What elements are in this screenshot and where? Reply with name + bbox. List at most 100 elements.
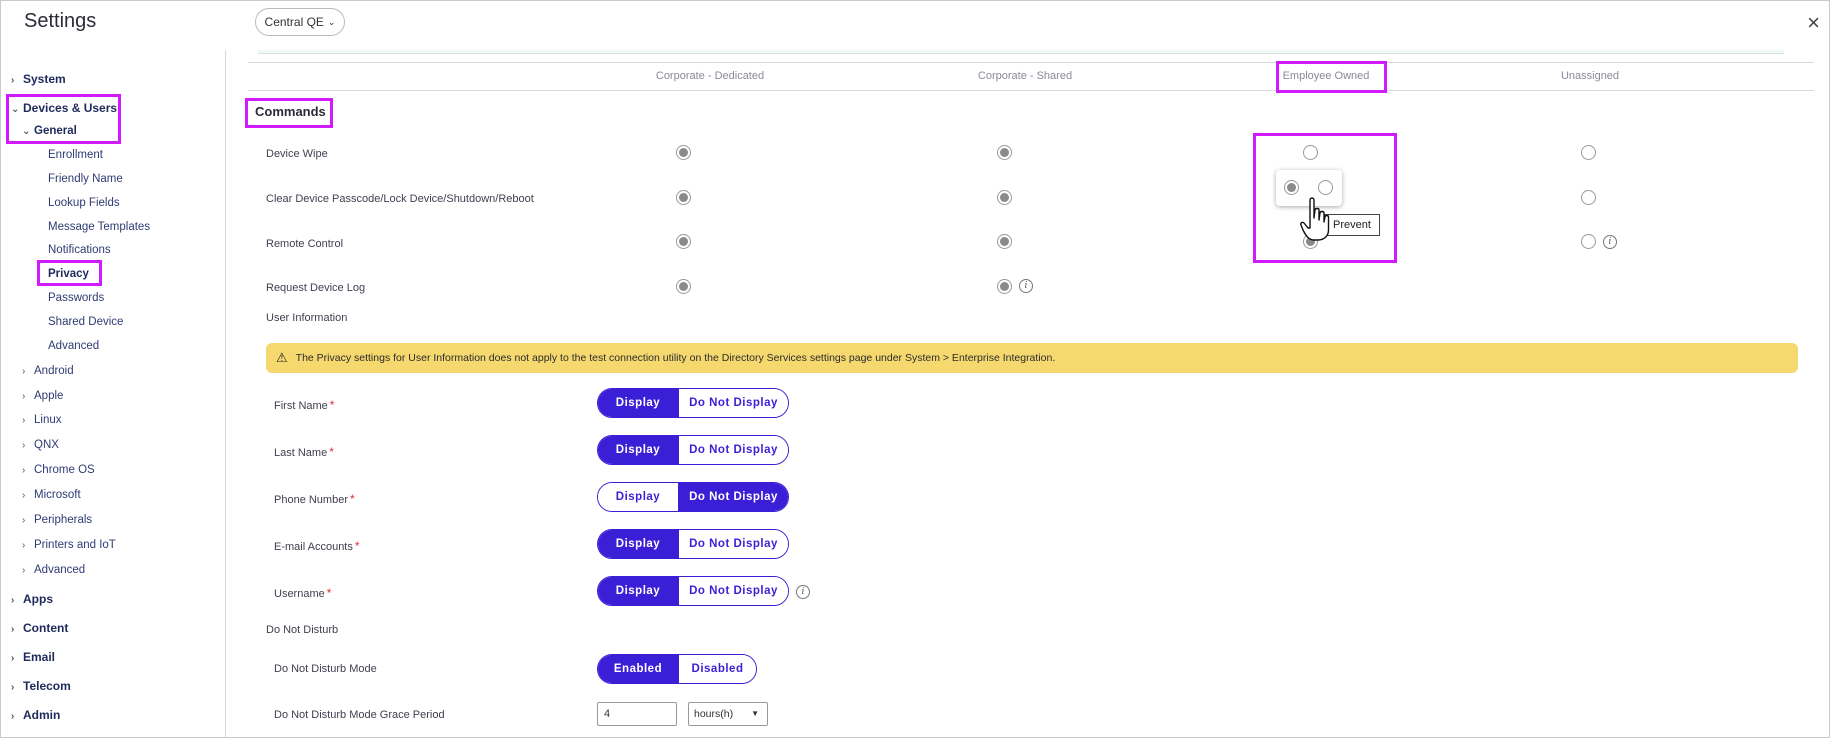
divider <box>248 90 1814 91</box>
do-not-display-option[interactable]: Do Not Display <box>678 530 788 558</box>
highlight-devices-general <box>6 94 121 144</box>
column-header-corporate-shared: Corporate - Shared <box>977 70 1073 82</box>
sidebar-item-notifications[interactable]: Notifications <box>48 244 111 256</box>
highlight-employee-owned <box>1276 61 1387 93</box>
user-info-title: User Information <box>266 312 348 324</box>
info-icon[interactable]: i <box>796 585 810 599</box>
toggle-first-name: Display Do Not Display <box>597 388 789 418</box>
sidebar-item-shared-device[interactable]: Shared Device <box>48 316 123 328</box>
tenant-label: Central QE <box>264 15 324 29</box>
display-option[interactable]: Display <box>598 389 678 417</box>
display-option[interactable]: Display <box>598 436 678 464</box>
column-header-corporate-dedicated: Corporate - Dedicated <box>655 70 765 82</box>
dnd-mode-label: Do Not Disturb Mode <box>274 663 377 675</box>
sidebar-item-general-advanced[interactable]: Advanced <box>48 340 99 352</box>
sidebar-item-printers-iot[interactable]: › Printers and IoT <box>22 539 116 551</box>
chevron-right-icon: › <box>22 391 26 402</box>
dnd-title: Do Not Disturb <box>266 624 339 636</box>
page-title: Settings <box>24 10 97 32</box>
sidebar-item-lookup-fields[interactable]: Lookup Fields <box>48 197 120 209</box>
chevron-right-icon: › <box>11 653 15 664</box>
radio-device-log-corp-shared[interactable] <box>997 279 1012 294</box>
display-option[interactable]: Display <box>598 483 678 511</box>
grace-unit-select[interactable]: hours(h) ▼ <box>688 702 768 726</box>
highlight-employee-owned-radios <box>1253 133 1397 263</box>
row-label-request-device-log: Request Device Log <box>266 282 366 294</box>
chevron-right-icon: › <box>22 366 26 377</box>
radio-clear-passcode-corp-dedicated[interactable] <box>676 190 691 205</box>
row-label-device-wipe: Device Wipe <box>266 148 328 160</box>
chevron-right-icon: › <box>11 682 15 693</box>
sidebar-item-platform-advanced[interactable]: › Advanced <box>22 564 85 576</box>
sidebar-item-admin[interactable]: › Admin <box>11 708 60 722</box>
grace-unit-value: hours(h) <box>694 708 734 720</box>
display-option[interactable]: Display <box>598 577 678 605</box>
grace-period-input[interactable]: 4 <box>597 702 677 726</box>
sidebar-item-friendly-name[interactable]: Friendly Name <box>48 173 123 185</box>
enabled-option[interactable]: Enabled <box>598 655 678 683</box>
dnd-grace-label: Do Not Disturb Mode Grace Period <box>274 709 445 721</box>
info-icon[interactable]: i <box>1019 279 1033 293</box>
chevron-right-icon: › <box>11 624 15 635</box>
chevron-right-icon: › <box>22 440 26 451</box>
sidebar-item-message-templates[interactable]: Message Templates <box>48 221 150 233</box>
row-label-clear-passcode: Clear Device Passcode/Lock Device/Shutdo… <box>266 193 534 205</box>
toggle-phone-number: Display Do Not Display <box>597 482 789 512</box>
toggle-last-name: Display Do Not Display <box>597 435 789 465</box>
info-icon[interactable]: i <box>1603 235 1617 249</box>
radio-remote-control-corp-shared[interactable] <box>997 234 1012 249</box>
radio-remote-control-corp-dedicated[interactable] <box>676 234 691 249</box>
field-label-first-name: First Name * <box>274 398 335 412</box>
chevron-down-icon: ▼ <box>751 709 759 718</box>
toggle-email-accounts: Display Do Not Display <box>597 529 789 559</box>
sidebar-item-enrollment[interactable]: Enrollment <box>48 149 103 161</box>
field-label-username: Username * <box>274 586 332 600</box>
radio-clear-passcode-unassigned[interactable] <box>1581 190 1596 205</box>
sidebar-item-chrome-os[interactable]: › Chrome OS <box>22 464 95 476</box>
radio-device-wipe-unassigned[interactable] <box>1581 145 1596 160</box>
chevron-right-icon: › <box>22 490 26 501</box>
radio-clear-passcode-corp-shared[interactable] <box>997 190 1012 205</box>
sidebar-item-android[interactable]: › Android <box>22 365 74 377</box>
do-not-display-option[interactable]: Do Not Display <box>678 436 788 464</box>
disabled-option[interactable]: Disabled <box>678 655 756 683</box>
field-label-email-accounts: E-mail Accounts * <box>274 539 360 553</box>
sidebar-item-qnx[interactable]: › QNX <box>22 439 59 451</box>
chevron-right-icon: › <box>11 595 15 606</box>
chevron-right-icon: › <box>22 515 26 526</box>
sidebar-item-peripherals[interactable]: › Peripherals <box>22 514 92 526</box>
field-label-last-name: Last Name * <box>274 445 334 459</box>
warning-icon: ⚠ <box>276 350 288 365</box>
warning-text: The Privacy settings for User Informatio… <box>295 352 1056 364</box>
sidebar-item-apple[interactable]: › Apple <box>22 390 63 402</box>
sidebar-item-linux[interactable]: › Linux <box>22 414 62 426</box>
sidebar-item-system[interactable]: › System <box>11 72 66 86</box>
do-not-display-option[interactable]: Do Not Display <box>678 483 788 511</box>
radio-remote-control-unassigned[interactable] <box>1581 234 1596 249</box>
column-header-unassigned: Unassigned <box>1560 70 1620 82</box>
tenant-selector[interactable]: Central QE ⌄ <box>255 8 345 36</box>
top-panel-edge <box>258 50 1784 54</box>
field-label-phone-number: Phone Number * <box>274 492 355 506</box>
chevron-right-icon: › <box>22 465 26 476</box>
display-option[interactable]: Display <box>598 530 678 558</box>
highlight-commands <box>245 98 333 128</box>
chevron-right-icon: › <box>22 415 26 426</box>
sidebar-item-apps[interactable]: › Apps <box>11 592 53 606</box>
chevron-right-icon: › <box>22 565 26 576</box>
sidebar-item-content[interactable]: › Content <box>11 621 68 635</box>
radio-device-log-corp-dedicated[interactable] <box>676 279 691 294</box>
sidebar-item-passwords[interactable]: Passwords <box>48 292 104 304</box>
toggle-username: Display Do Not Display <box>597 576 789 606</box>
sidebar-item-telecom[interactable]: › Telecom <box>11 679 71 693</box>
row-label-remote-control: Remote Control <box>266 238 344 250</box>
chevron-right-icon: › <box>11 75 15 86</box>
radio-device-wipe-corp-shared[interactable] <box>997 145 1012 160</box>
sidebar-item-microsoft[interactable]: › Microsoft <box>22 489 81 501</box>
close-icon[interactable]: × <box>1807 10 1820 36</box>
do-not-display-option[interactable]: Do Not Display <box>678 577 788 605</box>
sidebar-item-email[interactable]: › Email <box>11 650 55 664</box>
do-not-display-option[interactable]: Do Not Display <box>678 389 788 417</box>
radio-device-wipe-corp-dedicated[interactable] <box>676 145 691 160</box>
chevron-down-icon: ⌄ <box>327 16 336 27</box>
